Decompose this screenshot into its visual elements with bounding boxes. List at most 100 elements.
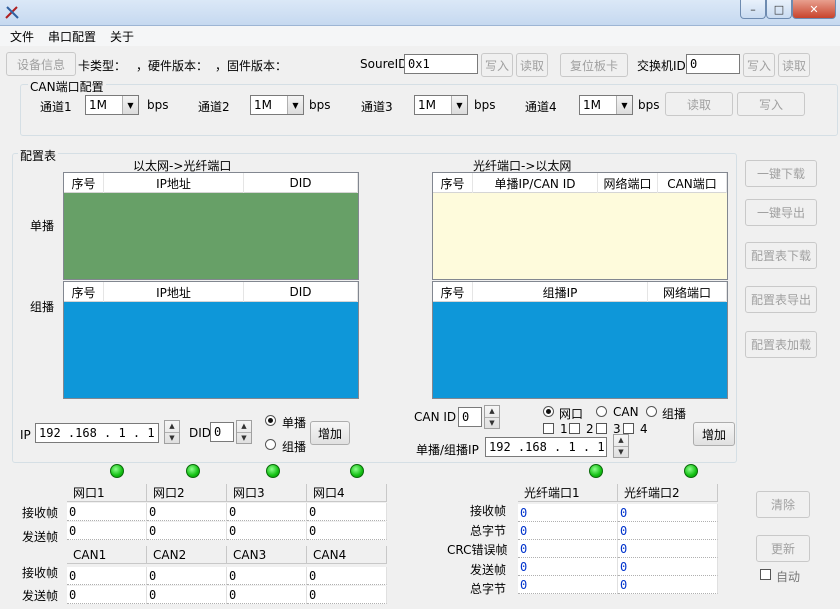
config-export-button[interactable]: 配置表导出 [745, 286, 817, 313]
channel4-select[interactable]: 1M ▼ [579, 95, 633, 115]
net-port-radio[interactable] [543, 406, 554, 417]
spin-up-icon[interactable]: ▲ [237, 421, 251, 432]
right-unicast-table[interactable]: 序号 单播IP/CAN ID 网络端口 CAN端口 [432, 172, 728, 280]
row-label: 接收帧 [470, 504, 507, 518]
can-radio[interactable] [596, 406, 607, 417]
source-id-read-button[interactable]: 读取 [516, 53, 548, 77]
multicast-right-radio[interactable] [646, 406, 657, 417]
menu-file[interactable]: 文件 [10, 28, 34, 45]
column-header: CAN4 [307, 546, 387, 564]
column-header: 网口2 [147, 484, 227, 502]
stat-value: 0 [307, 522, 387, 540]
channel1-select[interactable]: 1M ▼ [85, 95, 139, 115]
reset-board-button[interactable]: 复位板卡 [560, 53, 628, 77]
config-load-button[interactable]: 配置表加载 [745, 331, 817, 358]
source-id-write-button[interactable]: 写入 [481, 53, 513, 77]
port1-checkbox[interactable] [543, 423, 554, 434]
add-left-button[interactable]: 增加 [310, 421, 350, 445]
switch-id-write-button[interactable]: 写入 [743, 53, 775, 77]
column-header[interactable]: IP地址 [104, 173, 244, 193]
spin-up-icon[interactable]: ▲ [614, 435, 628, 446]
column-header[interactable]: 网络端口 [598, 173, 658, 193]
did-label: DID [189, 426, 212, 440]
can-id-input[interactable]: 0 [458, 407, 482, 427]
net-port1-led [110, 464, 124, 478]
did-spinner[interactable]: ▲ ▼ [236, 420, 252, 444]
column-header[interactable]: CAN端口 [658, 173, 727, 193]
port2-checkbox[interactable] [569, 423, 580, 434]
column-header[interactable]: 网络端口 [648, 282, 727, 302]
uni-multi-ip-spinner[interactable]: ▲ ▼ [613, 434, 629, 458]
source-id-input[interactable]: 0x1 [404, 54, 478, 74]
column-header[interactable]: 单播IP/CAN ID [473, 173, 598, 193]
column-header: CAN3 [227, 546, 307, 564]
fiber-port1-led [589, 464, 603, 478]
stat-value: 0 [307, 567, 387, 585]
menu-serial-config[interactable]: 串口配置 [48, 28, 96, 45]
right-multicast-table[interactable]: 序号 组播IP 网络端口 [432, 281, 728, 399]
hw-version-label: ，硬件版本： [136, 59, 209, 73]
channel3-select[interactable]: 1M ▼ [414, 95, 468, 115]
can-config-title: CAN端口配置 [28, 78, 106, 95]
ip-address-input[interactable]: 192 .168 . 1 . 1 [35, 423, 159, 443]
net-port-radio-label: 网口 [559, 407, 584, 421]
column-header[interactable]: 组播IP [473, 282, 648, 302]
stat-value: 0 [67, 586, 147, 604]
menu-bar: 文件 串口配置 关于 [0, 26, 840, 46]
switch-id-read-button[interactable]: 读取 [778, 53, 810, 77]
maximize-button[interactable]: □ [766, 0, 792, 19]
left-multicast-table[interactable]: 序号 IP地址 DID [63, 281, 359, 399]
ip-spinner[interactable]: ▲ ▼ [164, 420, 180, 444]
switch-id-input[interactable]: 0 [686, 54, 740, 74]
one-click-export-button[interactable]: 一键导出 [745, 199, 817, 226]
menu-about[interactable]: 关于 [110, 28, 134, 45]
auto-checkbox[interactable] [760, 569, 771, 580]
spin-up-icon[interactable]: ▲ [165, 421, 179, 432]
uni-multi-ip-input[interactable]: 192 .168 . 1 . 1 [485, 437, 607, 457]
can-write-button[interactable]: 写入 [737, 92, 805, 116]
title-bar: – □ ✕ [0, 0, 840, 26]
channel2-select[interactable]: 1M ▼ [250, 95, 304, 115]
column-header[interactable]: 序号 [433, 282, 473, 302]
row-label: 接收帧 [22, 566, 59, 580]
can-read-button[interactable]: 读取 [665, 92, 733, 116]
can-id-spinner[interactable]: ▲ ▼ [484, 405, 500, 429]
stat-value: 0 [618, 558, 718, 576]
column-header[interactable]: DID [244, 173, 358, 193]
column-header[interactable]: 序号 [433, 173, 473, 193]
column-header: 网口3 [227, 484, 307, 502]
multicast-radio[interactable] [265, 439, 276, 450]
spin-down-icon[interactable]: ▼ [485, 416, 499, 429]
one-click-download-button[interactable]: 一键下载 [745, 160, 817, 187]
config-download-button[interactable]: 配置表下载 [745, 242, 817, 269]
column-header[interactable]: IP地址 [104, 282, 244, 302]
stat-value: 0 [67, 503, 147, 521]
spin-up-icon[interactable]: ▲ [485, 406, 499, 417]
source-id-label: SoureID [360, 57, 408, 71]
stat-value: 0 [147, 567, 227, 585]
port4-checkbox[interactable] [623, 423, 634, 434]
stat-value: 0 [307, 503, 387, 521]
app-icon [4, 4, 20, 20]
column-header[interactable]: 序号 [64, 282, 104, 302]
spin-down-icon[interactable]: ▼ [165, 431, 179, 444]
stat-value: 0 [227, 522, 307, 540]
spin-down-icon[interactable]: ▼ [237, 431, 251, 444]
port1-checkbox-label: 1 [560, 422, 568, 436]
did-input[interactable]: 0 [210, 422, 234, 442]
minimize-button[interactable]: – [740, 0, 766, 19]
column-header[interactable]: 序号 [64, 173, 104, 193]
left-unicast-table[interactable]: 序号 IP地址 DID [63, 172, 359, 280]
channel2-label: 通道2 [198, 100, 230, 114]
device-info-button[interactable]: 设备信息 [6, 52, 76, 76]
unicast-radio[interactable] [265, 415, 276, 426]
port3-checkbox[interactable] [596, 423, 607, 434]
chevron-down-icon: ▼ [122, 96, 138, 114]
column-header[interactable]: DID [244, 282, 358, 302]
spin-down-icon[interactable]: ▼ [614, 445, 628, 458]
close-button[interactable]: ✕ [792, 0, 836, 19]
column-header: CAN2 [147, 546, 227, 564]
add-right-button[interactable]: 增加 [693, 422, 735, 446]
clear-button[interactable]: 清除 [756, 491, 810, 518]
update-button[interactable]: 更新 [756, 535, 810, 562]
